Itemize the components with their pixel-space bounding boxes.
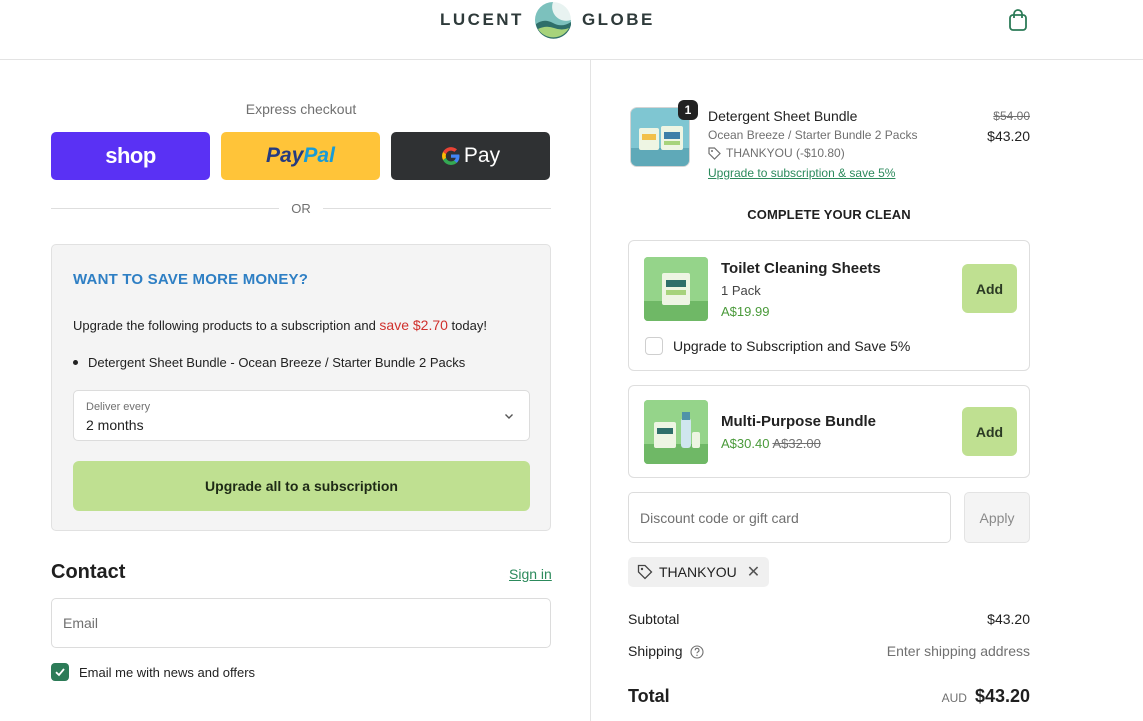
save-amount: save $2.70 — [379, 317, 448, 333]
total-amount: AUD $43.20 — [942, 686, 1030, 707]
add-toilet-sheets-button[interactable]: Add — [962, 264, 1017, 313]
upgrade-all-button[interactable]: Upgrade all to a subscription — [73, 461, 530, 511]
upsell-product-image — [644, 400, 708, 464]
save-offer-item-label: Detergent Sheet Bundle - Ocean Breeze / … — [88, 355, 466, 370]
paypal-button[interactable]: Pay Pal — [221, 132, 380, 180]
subtotal-label: Subtotal — [628, 611, 680, 627]
express-checkout-label: Express checkout — [245, 101, 357, 117]
subtotal-row: Subtotal $43.20 — [628, 611, 1030, 627]
upsell-product-price: A$19.99 — [721, 304, 770, 319]
total-label: Total — [628, 686, 670, 706]
or-divider: OR — [51, 200, 551, 216]
delivery-frequency-value: 2 months — [86, 417, 144, 433]
paypal-label-a: Pay — [266, 144, 304, 167]
upsell-product-compare-price: A$32.00 — [772, 436, 821, 451]
cart-item-price: $43.20 — [987, 128, 1030, 144]
paypal-label-b: Pal — [303, 144, 335, 167]
shipping-label: Shipping — [628, 643, 683, 659]
brand-name-left: LUCENT — [440, 10, 524, 29]
help-circle-icon[interactable] — [690, 645, 704, 659]
upsell-subscribe-checkbox[interactable] — [645, 337, 663, 355]
upsell-section-title: COMPLETE YOUR CLEAN — [747, 207, 911, 222]
shop-pay-button[interactable]: shop — [51, 132, 210, 180]
tag-icon — [708, 146, 721, 160]
email-field[interactable] — [51, 598, 551, 648]
save-desc-prefix: Upgrade the following products to a subs… — [73, 318, 380, 333]
upgrade-subscription-link[interactable]: Upgrade to subscription & save 5% — [708, 166, 895, 180]
cart-item-variant: Ocean Breeze / Starter Bundle 2 Packs — [708, 128, 918, 142]
tag-icon — [637, 564, 653, 580]
upsell-subscribe-option[interactable]: Upgrade to Subscription and Save 5% — [645, 337, 910, 355]
delivery-frequency-select[interactable]: Deliver every 2 months — [73, 390, 530, 441]
google-g-icon — [441, 147, 460, 165]
shopping-bag-icon[interactable] — [1007, 8, 1029, 32]
upsell-card-toilet-sheets: Toilet Cleaning Sheets 1 Pack A$19.99 Ad… — [628, 240, 1030, 371]
chevron-down-icon — [505, 414, 513, 419]
add-multi-purpose-button[interactable]: Add — [962, 407, 1017, 456]
upsell-product-image — [644, 257, 708, 321]
contact-heading: Contact — [51, 561, 126, 583]
applied-code-tag: THANKYOU ✕ — [628, 557, 770, 587]
delivery-frequency-label: Deliver every — [86, 401, 151, 413]
subtotal-value: $43.20 — [987, 611, 1030, 627]
brand-logo[interactable]: LUCENT GLOBE — [440, 0, 655, 40]
shipping-row: Shipping Enter shipping address — [628, 643, 1030, 659]
sign-in-link[interactable]: Sign in — [509, 566, 552, 582]
upsell-product-price: A$30.40 — [721, 436, 770, 451]
newsletter-label: Email me with news and offers — [79, 664, 256, 680]
toilet-sheets-picture — [644, 257, 708, 321]
google-pay-label: Pay — [463, 144, 501, 167]
save-offer-title: WANT TO SAVE MORE MONEY? — [73, 271, 309, 288]
multi-purpose-bundle-picture — [644, 400, 708, 464]
remove-code-close-icon[interactable]: ✕ — [747, 562, 760, 582]
subscription-upsell-box: WANT TO SAVE MORE MONEY? Upgrade the fol… — [51, 244, 551, 531]
bullet-dot — [73, 360, 78, 365]
google-pay-button[interactable]: Pay — [391, 132, 550, 180]
discount-code-input[interactable] — [628, 492, 951, 543]
shipping-value: Enter shipping address — [886, 643, 1030, 659]
quantity-badge: 1 — [678, 100, 698, 120]
moon-wave-logo-icon — [534, 2, 571, 39]
or-line-right — [323, 208, 551, 209]
shop-pay-label: shop — [105, 143, 156, 168]
save-offer-description: Upgrade the following products to a subs… — [73, 317, 487, 333]
upsell-card-multi-purpose: Multi-Purpose Bundle A$30.40 A$32.00 Add — [628, 385, 1030, 478]
cart-item-discount-label: THANKYOU (-$10.80) — [726, 146, 845, 160]
upsell-product-price-row: A$30.40 A$32.00 — [721, 436, 821, 451]
applied-code-label: THANKYOU — [659, 564, 737, 580]
total-value: $43.20 — [974, 686, 1030, 706]
total-currency: AUD — [941, 691, 967, 705]
brand-name-right: GLOBE — [581, 10, 655, 29]
cart-item-discount: THANKYOU (-$10.80) — [708, 146, 845, 160]
save-offer-item: Detergent Sheet Bundle - Ocean Breeze / … — [73, 355, 465, 370]
site-header: LUCENT GLOBE — [0, 0, 1143, 60]
upsell-product-pack: 1 Pack — [721, 283, 761, 298]
newsletter-option[interactable]: Email me with news and offers — [51, 663, 255, 681]
total-row: Total AUD $43.20 — [628, 686, 1030, 707]
cart-item-compare-price: $54.00 — [993, 109, 1030, 123]
cart-item-name: Detergent Sheet Bundle — [708, 108, 858, 124]
upsell-product-name: Toilet Cleaning Sheets — [721, 260, 881, 277]
apply-discount-button[interactable]: Apply — [964, 492, 1030, 543]
upsell-product-name: Multi-Purpose Bundle — [721, 413, 876, 430]
save-desc-suffix: today! — [447, 318, 487, 333]
checkmark-icon — [55, 668, 65, 677]
column-divider — [590, 60, 591, 721]
upsell-subscribe-label: Upgrade to Subscription and Save 5% — [673, 338, 911, 354]
newsletter-checkbox[interactable] — [51, 663, 69, 681]
